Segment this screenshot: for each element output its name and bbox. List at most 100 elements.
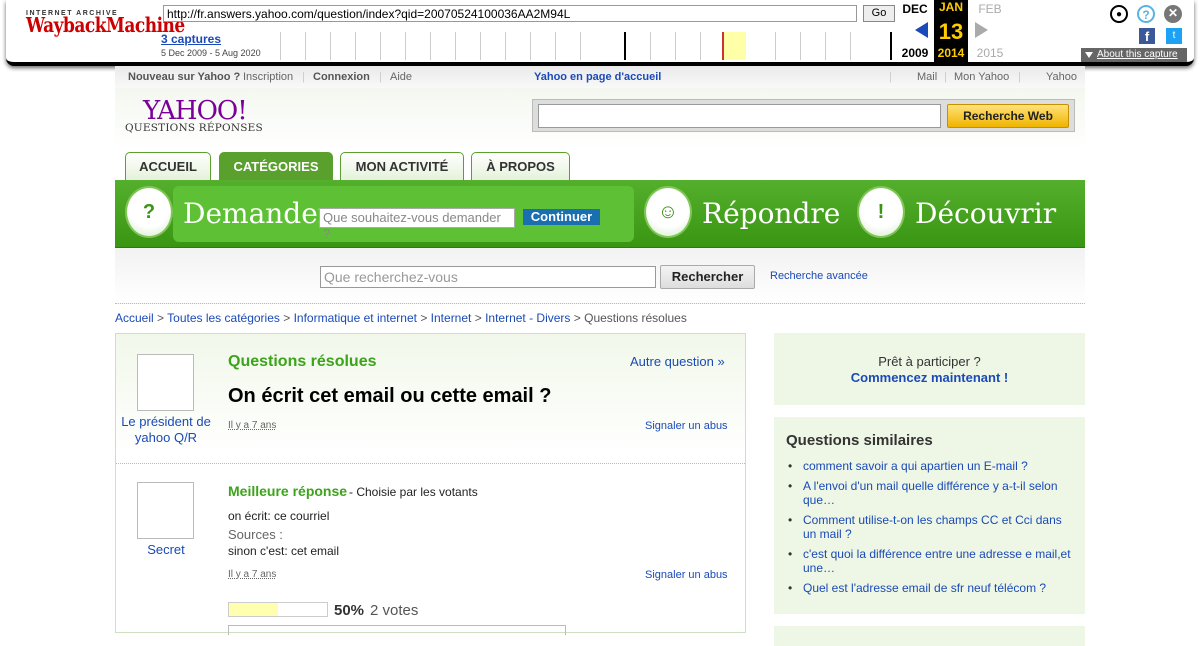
best-answer-label: Meilleure réponse [228, 483, 348, 499]
wayback-toolbar: INTERNET ARCHIVE WaybackMachine http://f… [6, 0, 1194, 66]
question-search-row: Que recherchez-vous Rechercher Recherche… [115, 248, 1085, 304]
answer-timestamp: Il y a 7 ans [228, 569, 277, 580]
web-search-input[interactable] [538, 104, 941, 128]
tab-a-propos[interactable]: À PROPOS [471, 152, 570, 180]
crumb-all-categories[interactable]: Toutes les catégories [167, 311, 280, 325]
close-icon[interactable]: ✕ [1164, 5, 1182, 23]
answer-face-icon: ☺ [644, 186, 692, 238]
report-abuse-link[interactable]: Signaler un abus [645, 569, 728, 581]
spark-tick [580, 32, 581, 60]
vote-percent: 50% [334, 602, 365, 619]
spark-capture[interactable] [624, 32, 626, 60]
wayback-prev-month[interactable]: DEC [895, 2, 935, 16]
vote-count: 2 votes [370, 602, 419, 619]
crumb-internet-misc[interactable]: Internet - Divers [485, 311, 570, 325]
other-question-link[interactable]: Autre question » [630, 354, 725, 369]
advanced-search-link[interactable]: Recherche avancée [770, 270, 868, 282]
nav-separator: | [1018, 71, 1021, 83]
similar-question-link[interactable]: A l'envoi d'un mail quelle différence y … [786, 479, 1076, 507]
homepage-link[interactable]: Yahoo en page d'accueil [534, 71, 661, 83]
participate-box: Prêt à participer ? Commencez maintenant… [774, 333, 1085, 405]
answer-title[interactable]: Répondre [702, 197, 840, 230]
spark-tick [650, 32, 651, 60]
yahoo-answers-logo[interactable]: YAHOO! QUESTIONS RÉPONSES [125, 96, 263, 134]
twitter-icon[interactable]: t [1166, 28, 1182, 44]
yahoo-answers-page: Nouveau sur Yahoo ? Inscription | Connex… [115, 66, 1085, 646]
nav-separator: | [379, 71, 382, 83]
question-search-input[interactable]: Que recherchez-vous [320, 266, 656, 288]
facebook-icon[interactable]: f [1139, 28, 1155, 44]
spark-tick [775, 32, 776, 60]
nav-separator: | [944, 71, 947, 83]
spark-capture[interactable] [890, 32, 892, 60]
discover-face-icon: ! [857, 186, 905, 238]
nav-separator: | [302, 71, 305, 83]
mail-link[interactable]: Mail [917, 71, 937, 83]
top-nav: Nouveau sur Yahoo ? Inscription | Connex… [115, 66, 1085, 88]
answerer-avatar[interactable] [137, 482, 194, 539]
spark-tick [430, 32, 431, 60]
spark-tick [700, 32, 701, 60]
similar-question-link[interactable]: Quel est l'adresse email de sfr neuf tél… [786, 581, 1076, 595]
question-search-button[interactable]: Rechercher [660, 265, 755, 289]
crumb-internet[interactable]: Internet [431, 311, 472, 325]
wayback-captures-link[interactable]: 3 captures [161, 32, 221, 46]
tab-categories[interactable]: CATÉGORIES [219, 152, 333, 181]
question-panel: Le président de yahoo Q/R Questions réso… [115, 333, 746, 635]
asker-name[interactable]: Le président de yahoo Q/R [116, 414, 216, 446]
prev-capture-arrow-icon[interactable] [915, 22, 928, 38]
spark-tick [505, 32, 506, 60]
signup-link[interactable]: Inscription [243, 71, 293, 83]
about-capture-button[interactable]: About this capture [1081, 48, 1187, 62]
crumb-home[interactable]: Accueil [115, 311, 154, 325]
tab-mon-activite[interactable]: MON ACTIVITÉ [340, 152, 464, 180]
help-icon[interactable]: ? [1137, 5, 1155, 23]
crumb-computing[interactable]: Informatique et internet [294, 311, 417, 325]
logo-main: YAHOO! [143, 96, 248, 126]
yahoo-link[interactable]: Yahoo [1046, 71, 1077, 83]
ask-title[interactable]: Demander [183, 197, 331, 230]
spark-tick [405, 32, 406, 60]
similar-question-link[interactable]: comment savoir a qui apartien un E-mail … [786, 459, 1076, 473]
tab-accueil[interactable]: ACCUEIL [125, 152, 211, 180]
vote-table [228, 625, 566, 635]
spark-tick [330, 32, 331, 60]
question-title: On écrit cet email ou cette email ? [228, 385, 552, 407]
question-timestamp: Il y a 7 ans [228, 420, 277, 431]
web-search-button[interactable]: Recherche Web [947, 104, 1069, 128]
help-link[interactable]: Aide [390, 71, 412, 83]
web-search-bar: Recherche Web [532, 99, 1075, 132]
new-user-label: Nouveau sur Yahoo ? [128, 71, 241, 83]
crumb-current: Questions résolues [584, 311, 687, 325]
answerer-name[interactable]: Secret [116, 542, 216, 558]
ready-text: Prêt à participer ? [878, 354, 981, 369]
spark-tick [455, 32, 456, 60]
spark-tick [380, 32, 381, 60]
report-abuse-link[interactable]: Signaler un abus [645, 420, 728, 432]
discover-title[interactable]: Découvrir [915, 197, 1056, 230]
wayback-prev-year[interactable]: 2009 [895, 46, 935, 60]
asker-avatar[interactable] [137, 354, 194, 411]
wayback-url-input[interactable]: http://fr.answers.yahoo.com/question/ind… [163, 5, 857, 22]
login-link[interactable]: Connexion [313, 71, 370, 83]
similar-question-link[interactable]: c'est quoi la différence entre une adres… [786, 547, 1076, 575]
wayback-go-button[interactable]: Go [863, 5, 895, 22]
user-icon[interactable]: ● [1110, 5, 1128, 23]
answer-source-text: sinon c'est: cet email [228, 544, 340, 558]
vote-bar-fill [229, 603, 278, 616]
spark-tick [355, 32, 356, 60]
spark-tick [305, 32, 306, 60]
sources-label: Sources : [228, 527, 283, 542]
spark-tick [555, 32, 556, 60]
wayback-logo[interactable]: INTERNET ARCHIVE WaybackMachine [26, 10, 185, 50]
nav-separator: | [889, 71, 892, 83]
ask-input[interactable]: Que souhaitez-vous demander ? [319, 208, 515, 241]
wayback-current-year: 2014 [937, 46, 965, 60]
similar-question-link[interactable]: Comment utilise-t-on les champs CC et Cc… [786, 513, 1076, 541]
continue-button[interactable]: Continuer [523, 209, 600, 225]
my-yahoo-link[interactable]: Mon Yahoo [954, 71, 1009, 83]
spark-tick [800, 32, 801, 60]
wayback-sparkline[interactable] [270, 32, 894, 60]
logo-sub: QUESTIONS RÉPONSES [125, 122, 263, 134]
start-now-link[interactable]: Commencez maintenant ! [774, 370, 1085, 385]
